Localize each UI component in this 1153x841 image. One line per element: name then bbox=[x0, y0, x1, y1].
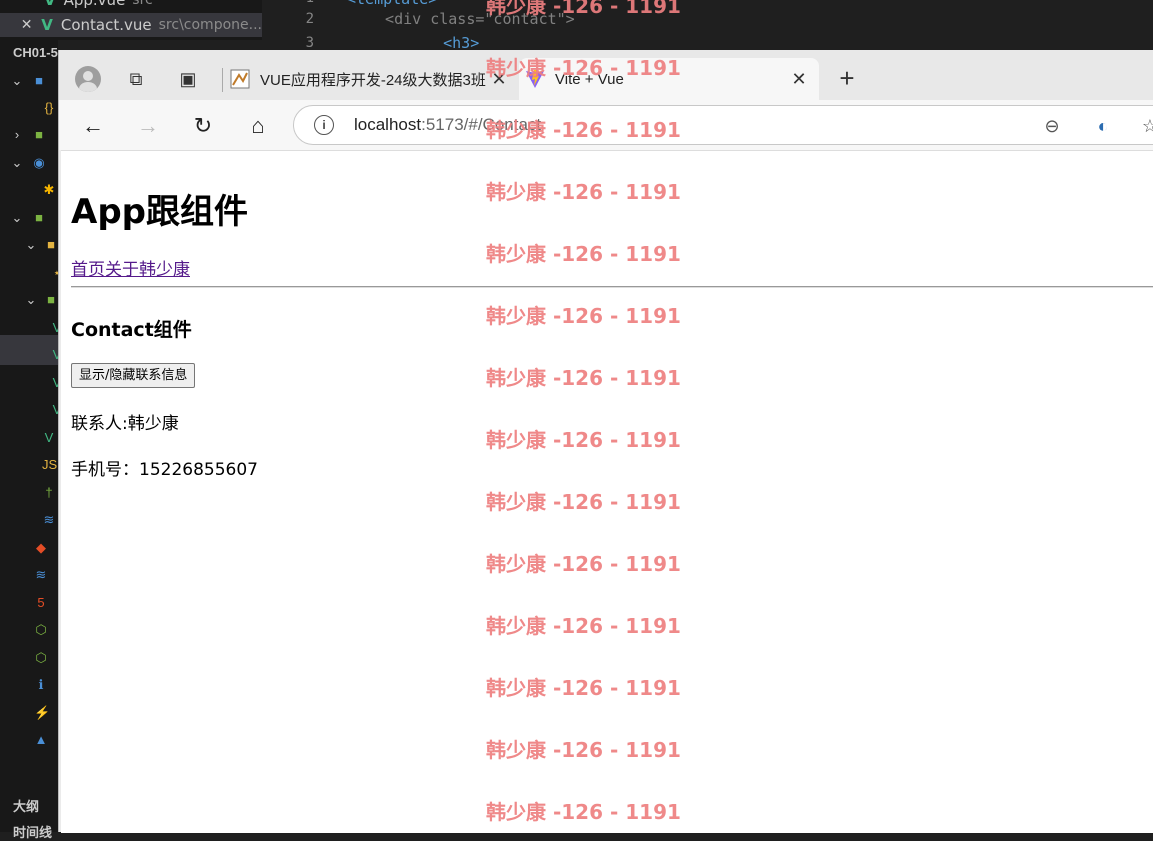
nav-link-about[interactable]: 关于 bbox=[105, 260, 139, 280]
globe-icon: ◉ bbox=[33, 155, 45, 170]
toggle-contact-button[interactable]: 显示/隐藏联系信息 bbox=[71, 363, 196, 388]
code-folder-icon: ■ bbox=[35, 210, 43, 225]
refresh-icon[interactable]: ↻ bbox=[190, 113, 216, 139]
zoom-out-icon[interactable]: ⊖ bbox=[1041, 115, 1063, 137]
watermark-text: 韩少康 -126 - 1191 bbox=[486, 676, 681, 700]
site-info-icon[interactable]: i bbox=[314, 115, 334, 135]
vue-file-icon: V bbox=[44, 430, 54, 445]
watermark-text: 韩少康 -126 - 1191 bbox=[486, 428, 681, 452]
line-number: 1 bbox=[306, 0, 314, 6]
tab-actions-icon[interactable]: ▣ bbox=[177, 68, 199, 90]
code-line: <template> bbox=[347, 0, 437, 8]
close-icon[interactable]: ✕ bbox=[18, 17, 35, 33]
browser-tab-course[interactable]: VUE应用程序开发-24级大数据3班 ✕ bbox=[224, 58, 519, 100]
watermark-text: 韩少康 -126 - 1191 bbox=[486, 0, 681, 18]
address-bar[interactable]: i localhost:5173/#/Contact ⊖ ◐ ☆ bbox=[293, 105, 1153, 145]
url-host: localhost bbox=[354, 115, 422, 134]
editor-tab-path: src\compone... bbox=[158, 17, 262, 33]
new-tab-button[interactable]: + bbox=[835, 65, 859, 92]
vue-file-icon: V bbox=[44, 0, 56, 9]
editor-tab-label: App.vue bbox=[63, 0, 126, 9]
json-icon: {} bbox=[44, 100, 54, 115]
router-nav: 首页关于韩少康 bbox=[71, 255, 190, 280]
back-arrow-icon[interactable]: ← bbox=[80, 113, 106, 139]
line-number-gutter: 1 2 3 bbox=[262, 0, 342, 51]
watermark-text: 韩少康 -126 - 1191 bbox=[486, 56, 681, 80]
editor-tab-label: Contact.vue bbox=[60, 16, 152, 34]
watermark-text: 韩少康 -126 - 1191 bbox=[486, 366, 681, 390]
editor-tab-list: V App.vue src ✕ V Contact.vue src\compon… bbox=[0, 0, 262, 40]
js-file-icon: JS bbox=[42, 457, 58, 472]
edge-icon[interactable]: ◐ bbox=[1092, 115, 1114, 137]
json-file-icon: ⬡ bbox=[35, 622, 47, 637]
phone-text: 手机号：15226855607 bbox=[71, 460, 258, 480]
watermark-text: 韩少康 -126 - 1191 bbox=[486, 800, 681, 824]
lightning-icon: ⚡ bbox=[34, 705, 51, 720]
json-file-icon: ⬡ bbox=[35, 650, 47, 665]
css-file-icon: ≋ bbox=[43, 512, 55, 527]
line-number: 3 bbox=[305, 35, 314, 51]
line-number: 2 bbox=[305, 11, 314, 27]
nav-link-contact[interactable]: 韩少康 bbox=[139, 260, 190, 280]
nav-link-home[interactable]: 首页 bbox=[71, 260, 105, 280]
folder-icon: ■ bbox=[47, 292, 55, 307]
watermark-text: 韩少康 -126 - 1191 bbox=[486, 242, 681, 266]
course-favicon-icon bbox=[230, 69, 250, 89]
vscode-explorer: CH01-5 ⌄ ■ {} › ■ ⌄ ◉ ✱ ⌄ ■ ⌄ ■ ⋆ ⌄ ■ V … bbox=[0, 40, 61, 840]
tab-title: VUE应用程序开发-24级大数据3班 bbox=[260, 71, 486, 89]
home-icon[interactable]: ⌂ bbox=[245, 113, 271, 139]
git-icon: † bbox=[45, 485, 53, 500]
chevron-down-icon[interactable]: ⌄ bbox=[10, 156, 24, 170]
watermark-text: 韩少康 -126 - 1191 bbox=[486, 490, 681, 514]
info-file-icon: ℹ bbox=[38, 677, 44, 692]
watermark-text: 韩少康 -126 - 1191 bbox=[486, 738, 681, 762]
chevron-down-icon[interactable]: ⌄ bbox=[24, 238, 38, 252]
git-file-icon: ◆ bbox=[36, 540, 46, 555]
watermark-text: 韩少康 -126 - 1191 bbox=[486, 118, 681, 142]
close-icon[interactable]: ✕ bbox=[787, 69, 811, 90]
asterisk-icon: ✱ bbox=[43, 182, 55, 197]
favorite-star-icon[interactable]: ☆ bbox=[1139, 115, 1153, 137]
forward-arrow-icon[interactable]: → bbox=[135, 113, 161, 139]
page-title: App跟组件 bbox=[71, 192, 248, 232]
config-file-icon: ▲ bbox=[34, 732, 48, 747]
vue-file-icon: V bbox=[41, 16, 53, 34]
chevron-down-icon[interactable]: ⌄ bbox=[24, 293, 38, 307]
editor-tab-contact-vue[interactable]: ✕ V Contact.vue src\compone... bbox=[0, 13, 262, 37]
divider bbox=[71, 286, 1153, 288]
folder-icon: ■ bbox=[35, 73, 43, 88]
watermark-text: 韩少康 -126 - 1191 bbox=[486, 552, 681, 576]
folder-icon: ■ bbox=[35, 127, 43, 142]
collections-icon[interactable]: ⧉ bbox=[125, 68, 147, 90]
editor-tab-app-vue[interactable]: V App.vue src bbox=[0, 0, 262, 12]
profile-avatar-icon[interactable] bbox=[75, 66, 101, 92]
watermark-text: 韩少康 -126 - 1191 bbox=[486, 614, 681, 638]
outline-panel-label[interactable]: 大纲 bbox=[13, 796, 39, 815]
chevron-down-icon[interactable]: ⌄ bbox=[10, 74, 24, 88]
folder-icon: ■ bbox=[47, 237, 55, 252]
watermark-text: 韩少康 -126 - 1191 bbox=[486, 180, 681, 204]
contact-person-text: 联系人:韩少康 bbox=[71, 414, 179, 434]
html-file-icon: 5 bbox=[37, 595, 45, 610]
tab-separator bbox=[222, 68, 223, 92]
explorer-title[interactable]: CH01-5 bbox=[13, 45, 58, 60]
editor-tab-path: src bbox=[132, 0, 153, 8]
chevron-right-icon[interactable]: › bbox=[10, 128, 24, 142]
chevron-down-icon[interactable]: ⌄ bbox=[10, 211, 24, 225]
css-file-icon: ≋ bbox=[35, 567, 47, 582]
watermark-text: 韩少康 -126 - 1191 bbox=[486, 304, 681, 328]
component-title: Contact组件 bbox=[71, 319, 192, 341]
